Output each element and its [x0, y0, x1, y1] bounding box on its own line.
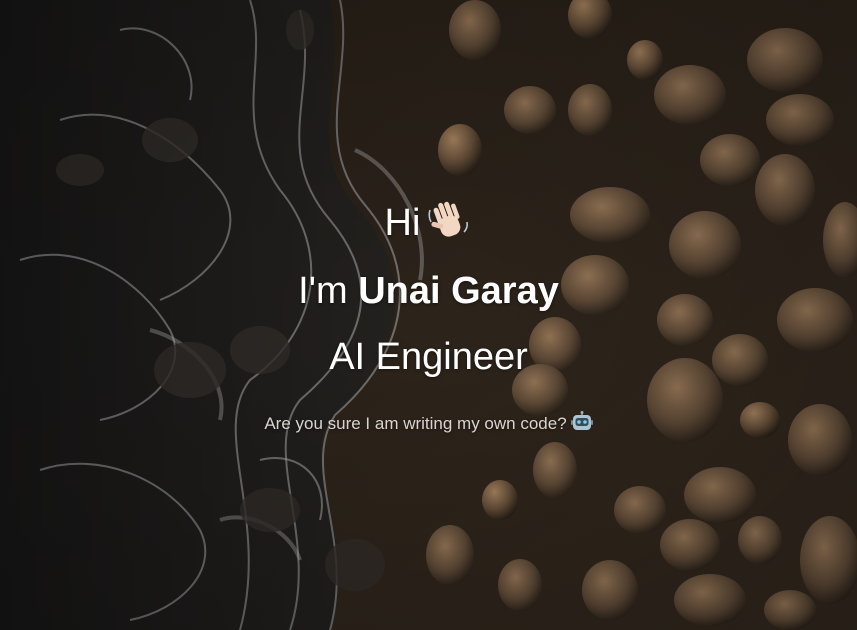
- intro-prefix: I'm: [298, 270, 348, 312]
- tagline-text: Are you sure I am writing my own code?: [264, 414, 567, 433]
- greeting-text: Hi: [384, 202, 421, 244]
- intro-line: I'm Unai Garay: [0, 266, 857, 316]
- waving-hand-icon: [426, 198, 472, 244]
- person-name: Unai Garay: [358, 270, 559, 312]
- role-title: AI Engineer: [329, 336, 528, 378]
- hero-section: Hi I'm Unai Garay AI Engineer Are you su…: [0, 0, 857, 630]
- robot-icon: [570, 410, 593, 433]
- tagline-line: Are you sure I am writing my own code?: [0, 410, 857, 436]
- greeting-line: Hi: [0, 198, 857, 248]
